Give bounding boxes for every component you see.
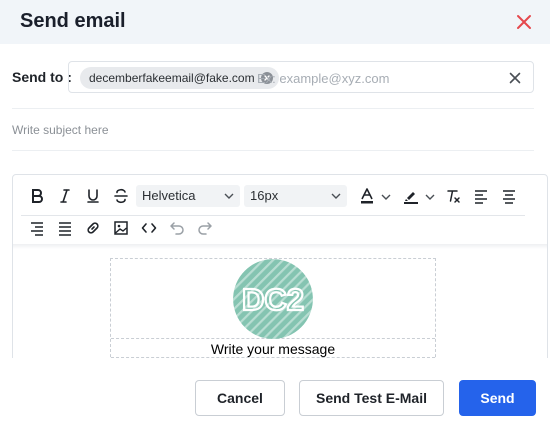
cancel-button[interactable]: Cancel (195, 380, 285, 416)
strikethrough-icon (114, 188, 128, 204)
font-size-value: 16px (250, 188, 279, 203)
clear-format-icon (447, 190, 460, 203)
align-right-icon (31, 222, 43, 236)
align-center-button[interactable] (497, 184, 521, 208)
close-icon (517, 15, 531, 29)
bold-button[interactable] (25, 184, 49, 208)
send-to-label: Send to : (12, 69, 72, 85)
chevron-down-icon[interactable] (425, 192, 435, 202)
send-button[interactable]: Send (459, 380, 536, 416)
highlight-button[interactable] (399, 184, 423, 208)
clear-recipients-icon[interactable] (507, 70, 523, 86)
editor-toolbar: Helvetica 16px (21, 180, 525, 244)
message-placeholder[interactable]: Write your message (111, 341, 435, 357)
strikethrough-button[interactable] (109, 184, 133, 208)
logo-text: DC2 (242, 282, 304, 317)
redo-icon (198, 222, 212, 235)
font-size-select[interactable]: 16px (244, 185, 347, 207)
logo-block[interactable]: DC2 (111, 259, 435, 339)
italic-icon (60, 189, 70, 203)
image-button[interactable] (109, 216, 133, 240)
chevron-down-icon[interactable] (381, 192, 391, 202)
undo-button[interactable] (165, 216, 189, 240)
recipient-chip-email: decemberfakeemail@fake.com (89, 71, 255, 85)
recipient-chip: decemberfakeemail@fake.com (80, 67, 279, 89)
underline-icon (87, 189, 99, 203)
clear-format-button[interactable] (441, 184, 465, 208)
font-color-icon (361, 188, 373, 204)
code-icon (141, 223, 157, 233)
justify-icon (59, 222, 71, 236)
justify-button[interactable] (53, 216, 77, 240)
underline-button[interactable] (81, 184, 105, 208)
redo-button[interactable] (193, 216, 217, 240)
divider (12, 150, 534, 151)
recipient-input[interactable] (257, 69, 497, 87)
align-center-icon (503, 190, 515, 204)
align-left-button[interactable] (469, 184, 493, 208)
link-icon (87, 222, 99, 234)
font-family-select[interactable]: Helvetica (136, 185, 240, 207)
font-color-button[interactable] (355, 184, 379, 208)
highlight-icon (404, 192, 418, 204)
italic-button[interactable] (53, 184, 77, 208)
link-button[interactable] (81, 216, 105, 240)
align-left-icon (475, 190, 487, 204)
font-family-value: Helvetica (142, 188, 196, 203)
divider (12, 108, 534, 109)
bold-icon (32, 189, 43, 203)
recipient-field[interactable]: decemberfakeemail@fake.com (68, 61, 534, 93)
company-logo: DC2 (233, 259, 313, 339)
image-icon (114, 221, 128, 235)
close-button[interactable] (514, 12, 534, 32)
modal-header: Send email (0, 0, 550, 44)
send-test-email-button[interactable]: Send Test E-Mail (299, 380, 444, 416)
chevron-down-icon (331, 193, 341, 199)
undo-icon (170, 222, 184, 235)
modal-footer: Cancel Send Test E-Mail Send (0, 358, 550, 431)
code-button[interactable] (137, 216, 161, 240)
subject-input[interactable] (12, 121, 522, 139)
align-right-button[interactable] (25, 216, 49, 240)
chevron-down-icon (224, 193, 234, 199)
toolbar-shadow (13, 244, 547, 249)
modal-title: Send email (20, 10, 126, 32)
